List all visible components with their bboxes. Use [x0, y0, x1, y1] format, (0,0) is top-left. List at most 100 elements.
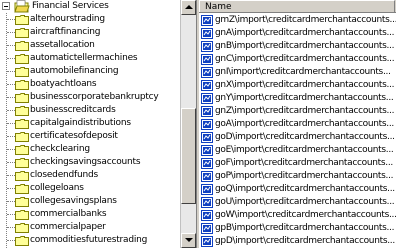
file-name: gnI\import\creditcardmerchantaccounts... [215, 67, 391, 77]
file-name: goF\import\creditcardmerchantaccounts... [215, 158, 393, 168]
collapse-icon[interactable] [2, 2, 10, 10]
file-row[interactable]: goW\import\creditcardmerchantaccounts... [199, 209, 396, 222]
tree-item-label: closedendfunds [30, 170, 99, 180]
file-name: gnZ\import\creditcardmerchantaccounts... [215, 106, 395, 116]
file-icon [201, 223, 213, 234]
tree-item[interactable]: capitalgaindistributions [0, 117, 177, 130]
tree-item-label: assetallocation [30, 40, 95, 50]
file-name: gnX\import\creditcardmerchantaccounts... [215, 80, 395, 90]
open-folder-icon [14, 0, 30, 13]
scroll-up-button[interactable] [181, 0, 196, 15]
file-name: gnC\import\creditcardmerchantaccounts... [215, 54, 395, 64]
scroll-thumb[interactable] [181, 108, 196, 204]
file-name: gpB\import\creditcardmerchantaccounts... [215, 223, 395, 233]
tree-item[interactable]: checkclearing [0, 143, 177, 156]
folder-tree-pane[interactable]: Financial Services alterhourstrading airc… [0, 0, 177, 248]
file-list-pane[interactable]: Name gmZ\import\creditcardmerchantaccoun… [199, 0, 396, 248]
file-row[interactable]: gpB\import\creditcardmerchantaccounts... [199, 222, 396, 235]
file-row[interactable]: gnZ\import\creditcardmerchantaccounts... [199, 105, 396, 118]
tree-item-label: businesscreditcards [30, 105, 116, 115]
tree-connector [7, 123, 15, 124]
tree-item[interactable]: collegeloans [0, 182, 177, 195]
file-icon [201, 28, 213, 39]
tree-connector [7, 162, 15, 163]
file-row[interactable]: gnA\import\creditcardmerchantaccounts... [199, 27, 396, 40]
file-row[interactable]: goE\import\creditcardmerchantaccounts... [199, 144, 396, 157]
tree-item[interactable]: checkingsavingsaccounts [0, 156, 177, 169]
tree-item-label: automobilefinancing [30, 66, 119, 76]
folder-icon [15, 223, 29, 233]
file-name: goU\import\creditcardmerchantaccounts... [215, 197, 395, 207]
column-header-name[interactable]: Name [199, 0, 395, 12]
tree-item-label: capitalgaindistributions [30, 118, 131, 128]
file-row[interactable]: gnB\import\creditcardmerchantaccounts... [199, 40, 396, 53]
tree-item[interactable]: businesscreditcards [0, 104, 177, 117]
tree-root-financial-services[interactable]: Financial Services [0, 0, 177, 13]
file-row[interactable]: goQ\import\creditcardmerchantaccounts... [199, 183, 396, 196]
file-icon [201, 197, 213, 208]
tree-item-label: certificatesofdeposit [30, 131, 118, 141]
tree-item[interactable]: collegesavingsplans [0, 195, 177, 208]
file-row[interactable]: gnC\import\creditcardmerchantaccounts... [199, 53, 396, 66]
tree-item[interactable]: automatictellermachines [0, 52, 177, 65]
tree-item-label: businesscorporatebankruptcy [30, 92, 159, 102]
tree-item[interactable]: commercialbanks [0, 208, 177, 221]
file-icon [201, 132, 213, 143]
tree-connector [7, 84, 15, 85]
tree-item[interactable]: closedendfunds [0, 169, 177, 182]
tree-item[interactable]: certificatesofdeposit [0, 130, 177, 143]
tree-connector [7, 71, 15, 72]
file-row[interactable]: gmZ\import\creditcardmerchantaccounts... [199, 14, 396, 27]
tree-connector [7, 201, 15, 202]
file-row[interactable]: goA\import\creditcardmerchantaccounts... [199, 118, 396, 131]
file-row[interactable]: goP\import\creditcardmerchantaccounts... [199, 170, 396, 183]
folder-icon [15, 80, 29, 90]
folder-icon [15, 145, 29, 155]
folder-icon [15, 67, 29, 77]
file-name: goQ\import\creditcardmerchantaccounts... [215, 184, 395, 194]
scroll-down-button[interactable] [181, 233, 196, 248]
folder-icon [15, 28, 29, 38]
tree-connector [7, 149, 15, 150]
tree-item[interactable]: commercialpaper [0, 221, 177, 234]
file-icon [201, 171, 213, 182]
file-name: goA\import\creditcardmerchantaccounts... [215, 119, 394, 129]
folder-icon [15, 184, 29, 194]
tree-item[interactable]: automobilefinancing [0, 65, 177, 78]
tree-vertical-scrollbar[interactable] [180, 0, 197, 248]
file-name: gnY\import\creditcardmerchantaccounts... [215, 93, 394, 103]
tree-connector [7, 188, 15, 189]
tree-connector [7, 32, 15, 33]
file-icon [201, 119, 213, 130]
tree-item-label: collegeloans [30, 183, 84, 193]
file-row[interactable]: goD\import\creditcardmerchantaccounts... [199, 131, 396, 144]
tree-item[interactable]: businesscorporatebankruptcy [0, 91, 177, 104]
tree-item-label: automatictellermachines [30, 53, 138, 63]
tree-item-label: checkclearing [30, 144, 90, 154]
folder-icon [15, 158, 29, 168]
file-row[interactable]: goU\import\creditcardmerchantaccounts... [199, 196, 396, 209]
file-row[interactable]: gnI\import\creditcardmerchantaccounts... [199, 66, 396, 79]
tree-item[interactable]: aircraftfinancing [0, 26, 177, 39]
file-row[interactable]: gnX\import\creditcardmerchantaccounts... [199, 79, 396, 92]
file-icon [201, 67, 213, 78]
file-icon [201, 210, 213, 221]
file-icon [201, 54, 213, 65]
tree-item[interactable]: boatyachtloans [0, 78, 177, 91]
file-row[interactable]: goF\import\creditcardmerchantaccounts... [199, 157, 396, 170]
file-icon [201, 184, 213, 195]
folder-icon [15, 54, 29, 64]
file-row[interactable]: gnY\import\creditcardmerchantaccounts... [199, 92, 396, 105]
file-name: gnA\import\creditcardmerchantaccounts... [215, 28, 395, 38]
tree-item[interactable]: alterhourstrading [0, 13, 177, 26]
file-icon [201, 106, 213, 117]
tree-item[interactable]: assetallocation [0, 39, 177, 52]
folder-icon [15, 236, 29, 246]
folder-icon [15, 132, 29, 142]
tree-connector [7, 19, 15, 20]
tree-item[interactable]: commoditiesfuturestrading [0, 234, 177, 247]
file-name: gpD\import\creditcardmerchantaccounts... [215, 236, 395, 246]
folder-icon [15, 210, 29, 220]
file-icon [201, 158, 213, 169]
file-row[interactable]: gpD\import\creditcardmerchantaccounts... [199, 235, 396, 248]
